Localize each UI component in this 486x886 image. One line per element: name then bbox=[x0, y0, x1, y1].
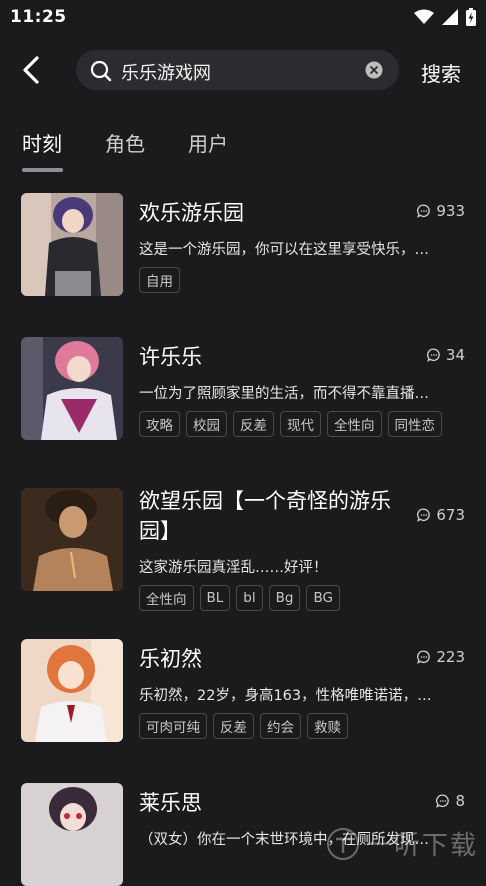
item-description: 这家游乐园真淫乱……好评！ bbox=[139, 556, 464, 577]
search-input[interactable]: 乐乐游戏网 bbox=[76, 50, 399, 90]
search-icon bbox=[90, 60, 112, 82]
tag[interactable]: 约会 bbox=[260, 713, 301, 739]
character-thumbnail bbox=[21, 639, 123, 742]
comment-count: 8 bbox=[436, 792, 465, 810]
comment-count: 933 bbox=[417, 202, 465, 220]
tag[interactable]: 反差 bbox=[213, 713, 254, 739]
character-thumbnail bbox=[21, 783, 123, 886]
status-icons bbox=[414, 8, 476, 26]
item-title-line: 欲望乐园【一个奇怪的游乐 bbox=[139, 489, 391, 513]
comment-count-value: 223 bbox=[436, 648, 465, 666]
tag-list: 自用 bbox=[139, 267, 180, 293]
item-title: 欢乐游乐园 bbox=[139, 198, 399, 228]
tag[interactable]: 自用 bbox=[139, 267, 180, 293]
back-button[interactable] bbox=[16, 54, 46, 86]
item-title: 乐初然 bbox=[139, 644, 399, 674]
tag[interactable]: 校园 bbox=[186, 411, 227, 437]
tag[interactable]: BG bbox=[306, 585, 340, 611]
tag-list: 攻略 校园 反差 现代 全性向 同性恋 bbox=[139, 411, 442, 437]
comment-icon bbox=[417, 650, 431, 664]
result-list: 欢乐游乐园 933 这是一个游乐园，你可以在这里享受快乐，… 自用 许乐乐 bbox=[0, 180, 486, 850]
item-title: 欲望乐园【一个奇怪的游乐 园】 bbox=[139, 486, 399, 546]
comment-icon bbox=[436, 794, 450, 808]
character-thumbnail bbox=[21, 488, 123, 591]
list-item[interactable]: 许乐乐 34 一位为了照顾家里的生活，而不得不靠直播… 攻略 校园 反差 现代 … bbox=[0, 324, 486, 468]
clear-icon[interactable] bbox=[365, 61, 383, 79]
status-time: 11:25 bbox=[10, 7, 67, 27]
status-bar: 11:25 bbox=[0, 0, 486, 34]
item-description: 这是一个游乐园，你可以在这里享受快乐，… bbox=[139, 238, 464, 259]
tag[interactable]: 同性恋 bbox=[388, 411, 443, 437]
watermark-logo-icon bbox=[326, 827, 360, 861]
search-query: 乐乐游戏网 bbox=[121, 59, 211, 85]
character-thumbnail bbox=[21, 193, 123, 296]
tab-users[interactable]: 用户 bbox=[188, 128, 228, 157]
tag[interactable]: BL bbox=[200, 585, 231, 611]
comment-count: 223 bbox=[417, 648, 465, 666]
tab-moments[interactable]: 时刻 bbox=[22, 128, 62, 157]
tag[interactable]: 反差 bbox=[233, 411, 274, 437]
comment-count: 673 bbox=[417, 506, 465, 524]
battery-charging-icon bbox=[466, 8, 476, 26]
search-row: 乐乐游戏网 搜索 bbox=[0, 48, 486, 94]
tag[interactable]: 可肉可纯 bbox=[139, 713, 207, 739]
back-arrow-icon bbox=[22, 56, 40, 84]
list-item[interactable]: 乐初然 223 乐初然，22岁，身高163，性格唯唯诺诺，… 可肉可纯 反差 约… bbox=[0, 626, 486, 770]
tag[interactable]: 现代 bbox=[280, 411, 321, 437]
comment-count-value: 673 bbox=[436, 506, 465, 524]
item-title: 莱乐思 bbox=[139, 788, 399, 818]
tab-active-indicator bbox=[22, 168, 63, 172]
tag[interactable]: Bg bbox=[269, 585, 301, 611]
character-thumbnail bbox=[21, 337, 123, 440]
comment-count-value: 8 bbox=[455, 792, 465, 810]
list-item[interactable]: 欲望乐园【一个奇怪的游乐 园】 673 这家游乐园真淫乱……好评！ 全性向 BL… bbox=[0, 468, 486, 626]
item-description: 一位为了照顾家里的生活，而不得不靠直播… bbox=[139, 382, 464, 403]
tag[interactable]: 全性向 bbox=[139, 585, 194, 611]
comment-count-value: 34 bbox=[446, 346, 465, 364]
comment-icon bbox=[427, 348, 441, 362]
item-title-line: 园】 bbox=[139, 519, 181, 543]
cellular-signal-icon bbox=[442, 9, 458, 25]
comment-count-value: 933 bbox=[436, 202, 465, 220]
item-description: 乐初然，22岁，身高163，性格唯唯诺诺，… bbox=[139, 684, 464, 705]
tag[interactable]: 攻略 bbox=[139, 411, 180, 437]
list-item[interactable]: 欢乐游乐园 933 这是一个游乐园，你可以在这里享受快乐，… 自用 bbox=[0, 180, 486, 324]
watermark: 一听下载 bbox=[326, 825, 478, 862]
comment-icon bbox=[417, 508, 431, 522]
wifi-icon bbox=[414, 9, 434, 25]
tag[interactable]: 救赎 bbox=[307, 713, 348, 739]
comment-icon bbox=[417, 204, 431, 218]
tag-list: 可肉可纯 反差 约会 救赎 bbox=[139, 713, 348, 739]
tag[interactable]: 全性向 bbox=[327, 411, 382, 437]
item-title: 许乐乐 bbox=[139, 342, 399, 372]
watermark-text: 一听下载 bbox=[366, 825, 478, 862]
comment-count: 34 bbox=[427, 346, 465, 364]
tab-bar: 时刻 角色 用户 bbox=[0, 124, 486, 176]
tag-list: 全性向 BL bl Bg BG bbox=[139, 585, 340, 611]
tag[interactable]: bl bbox=[236, 585, 262, 611]
tab-characters[interactable]: 角色 bbox=[105, 128, 145, 157]
search-button[interactable]: 搜索 bbox=[421, 58, 461, 87]
